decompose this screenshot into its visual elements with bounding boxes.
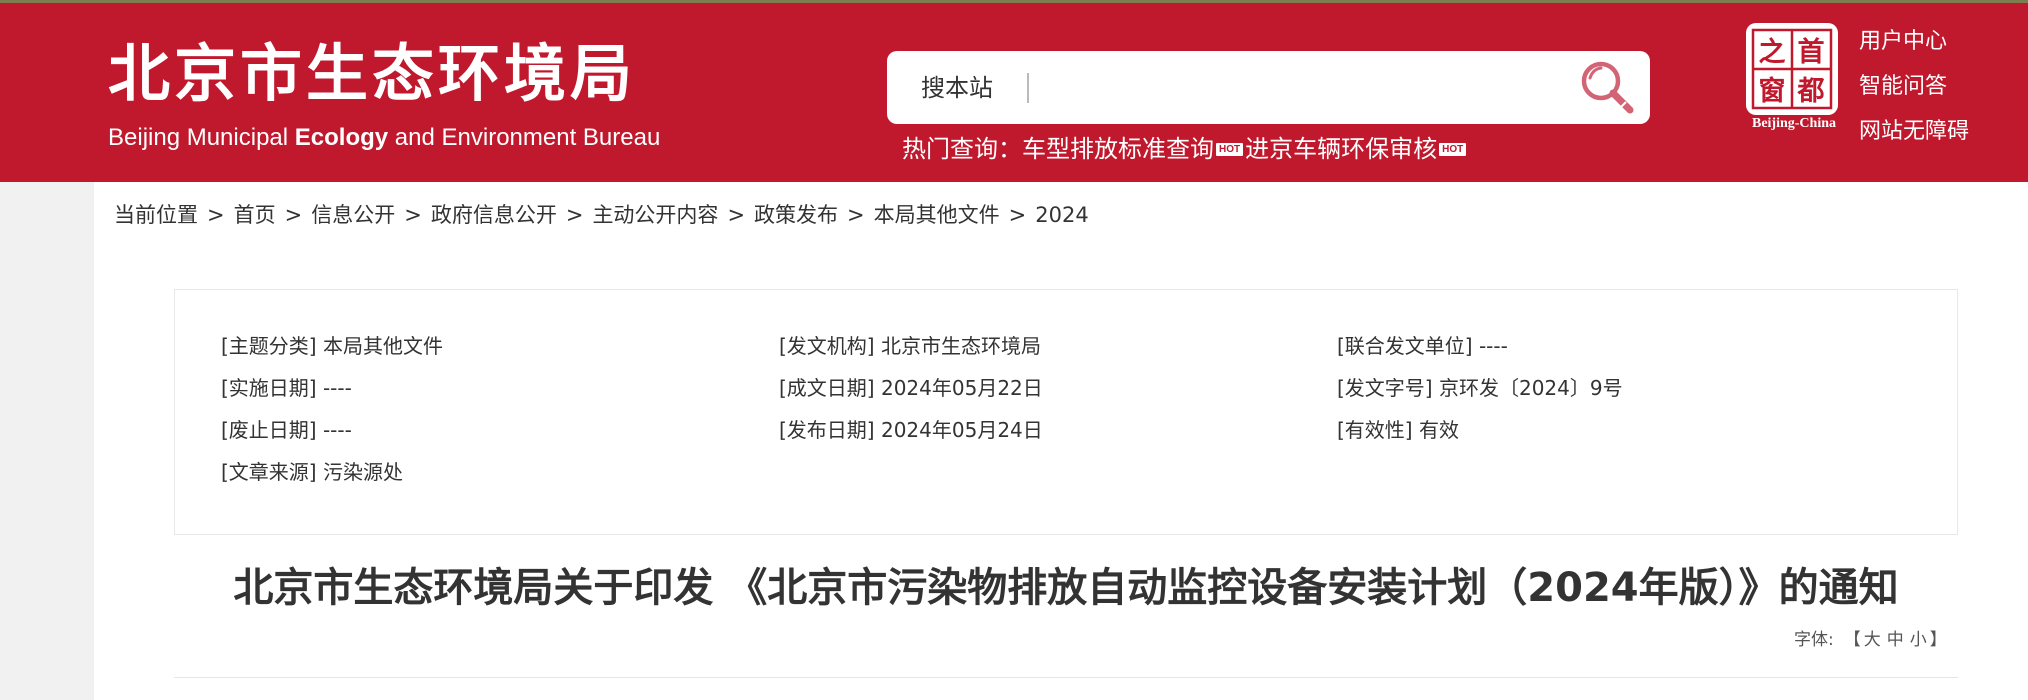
accessibility-link[interactable]: 网站无障碍	[1859, 109, 1969, 154]
hot-link-emission-standard[interactable]: 车型排放标准查询	[1022, 131, 1214, 167]
hot-badge: HOT	[1216, 142, 1244, 156]
meta-publish-date: [发布日期] 2024年05月24日	[779, 415, 1043, 445]
meta-label: [发文机构]	[779, 334, 875, 358]
main-content: 当前位置 > 首页 > 信息公开 > 政府信息公开 > 主动公开内容 > 政策发…	[94, 182, 2028, 700]
meta-label: [文章来源]	[221, 460, 317, 484]
site-title-en-part2: Ecology	[294, 124, 389, 151]
meta-value: 污染源处	[322, 460, 403, 484]
hot-link-vehicle-review[interactable]: 进京车辆环保审核	[1245, 131, 1437, 167]
user-center-link[interactable]: 用户中心	[1859, 19, 1969, 64]
breadcrumb-separator: >	[1008, 203, 1027, 227]
meta-value: ----	[322, 376, 352, 400]
breadcrumb-separator: >	[565, 203, 584, 227]
meta-label: [有效性]	[1337, 418, 1413, 442]
meta-value: 京环发〔2024〕9号	[1438, 376, 1623, 400]
meta-issuing-agency: [发文机构] 北京市生态环境局	[779, 331, 1041, 361]
meta-label: [发文字号]	[1337, 376, 1433, 400]
meta-joint-issuer: [联合发文单位] ----	[1337, 331, 1508, 361]
breadcrumb-gov-info-disclosure[interactable]: 政府信息公开	[431, 200, 557, 230]
search-button[interactable]	[1577, 57, 1637, 117]
font-size-label: 字体:	[1794, 630, 1834, 650]
breadcrumb-home[interactable]: 首页	[234, 200, 276, 230]
breadcrumb-separator: >	[284, 203, 303, 227]
logo-caption: Beijing-China	[1751, 116, 1836, 131]
search-box: 搜本站	[887, 51, 1650, 124]
site-title[interactable]: 北京市生态环境局	[108, 37, 636, 111]
capital-window-logo-graphic: 首 都 之 窗	[1746, 23, 1838, 115]
font-size-bracket-close: 】	[1929, 630, 1947, 650]
search-scope-label[interactable]: 搜本站	[921, 73, 993, 103]
meta-article-source: [文章来源] 污染源处	[221, 457, 403, 487]
breadcrumb-separator: >	[847, 203, 865, 227]
meta-value: 北京市生态环境局	[880, 334, 1041, 358]
meta-label: [联合发文单位]	[1337, 334, 1473, 358]
meta-validity: [有效性] 有效	[1337, 415, 1459, 445]
site-title-en-part3: and Environment Bureau	[394, 124, 661, 151]
font-size-bracket-open: 【	[1843, 630, 1861, 650]
smart-qa-link[interactable]: 智能问答	[1859, 64, 1969, 109]
breadcrumb-label: 当前位置	[114, 203, 198, 227]
meta-value: 2024年05月24日	[880, 418, 1043, 442]
hot-searches-label: 热门查询：	[902, 135, 1022, 163]
breadcrumb-separator: >	[207, 203, 225, 227]
breadcrumb-year[interactable]: 2024	[1035, 200, 1088, 230]
font-size-small-button[interactable]: 小	[1910, 628, 1927, 652]
breadcrumb-other-documents[interactable]: 本局其他文件	[874, 200, 1000, 230]
logo-char: 之	[1759, 36, 1786, 68]
site-title-english: Beijing Municipal Ecology and Environmen…	[108, 123, 660, 153]
hot-searches: 热门查询： 车型排放标准查询 HOT 进京车辆环保审核 HOT	[902, 131, 1468, 167]
meta-written-date: [成文日期] 2024年05月22日	[779, 373, 1043, 403]
meta-label: [成文日期]	[779, 376, 875, 400]
font-size-controls: 字体: 【 大 中 小 】	[1794, 628, 1947, 652]
breadcrumb-proactive-disclosure[interactable]: 主动公开内容	[592, 200, 718, 230]
meta-value: ----	[322, 418, 352, 442]
logo-char: 首	[1798, 36, 1825, 68]
meta-value: 有效	[1418, 418, 1459, 442]
meta-value: 2024年05月22日	[880, 376, 1043, 400]
meta-label: [实施日期]	[221, 376, 317, 400]
meta-label: [发布日期]	[779, 418, 875, 442]
font-size-large-button[interactable]: 大	[1864, 628, 1881, 652]
document-metadata: [主题分类] 本局其他文件 [发文机构] 北京市生态环境局 [联合发文单位] -…	[174, 289, 1958, 535]
title-divider	[174, 677, 1958, 678]
breadcrumb: 当前位置 > 首页 > 信息公开 > 政府信息公开 > 主动公开内容 > 政策发…	[114, 200, 1089, 230]
search-divider	[1027, 73, 1029, 103]
search-input[interactable]	[1045, 65, 1445, 111]
font-size-medium-button[interactable]: 中	[1887, 628, 1904, 652]
meta-document-number: [发文字号] 京环发〔2024〕9号	[1337, 373, 1623, 403]
hot-badge: HOT	[1439, 142, 1467, 156]
meta-effective-date: [实施日期] ----	[221, 373, 352, 403]
meta-label: [废止日期]	[221, 418, 317, 442]
search-icon	[1581, 61, 1634, 114]
logo-char: 窗	[1759, 75, 1786, 107]
site-header: 北京市生态环境局 Beijing Municipal Ecology and E…	[0, 0, 2028, 182]
meta-value: ----	[1478, 334, 1508, 358]
meta-label: [主题分类]	[221, 334, 317, 358]
top-links: 用户中心 智能问答 网站无障碍	[1859, 19, 1969, 154]
breadcrumb-info-disclosure[interactable]: 信息公开	[311, 200, 395, 230]
breadcrumb-separator: >	[404, 203, 422, 227]
site-title-en-part1: Beijing Municipal	[108, 124, 289, 151]
meta-value: 本局其他文件	[322, 334, 443, 358]
breadcrumb-separator: >	[727, 203, 746, 227]
meta-repeal-date: [废止日期] ----	[221, 415, 352, 445]
breadcrumb-policy-release[interactable]: 政策发布	[754, 200, 838, 230]
logo-char: 都	[1797, 76, 1825, 107]
meta-topic-category: [主题分类] 本局其他文件	[221, 331, 443, 361]
article-title: 北京市生态环境局关于印发 《北京市污染物排放自动监控设备安装计划（2024年版）…	[233, 565, 1899, 611]
